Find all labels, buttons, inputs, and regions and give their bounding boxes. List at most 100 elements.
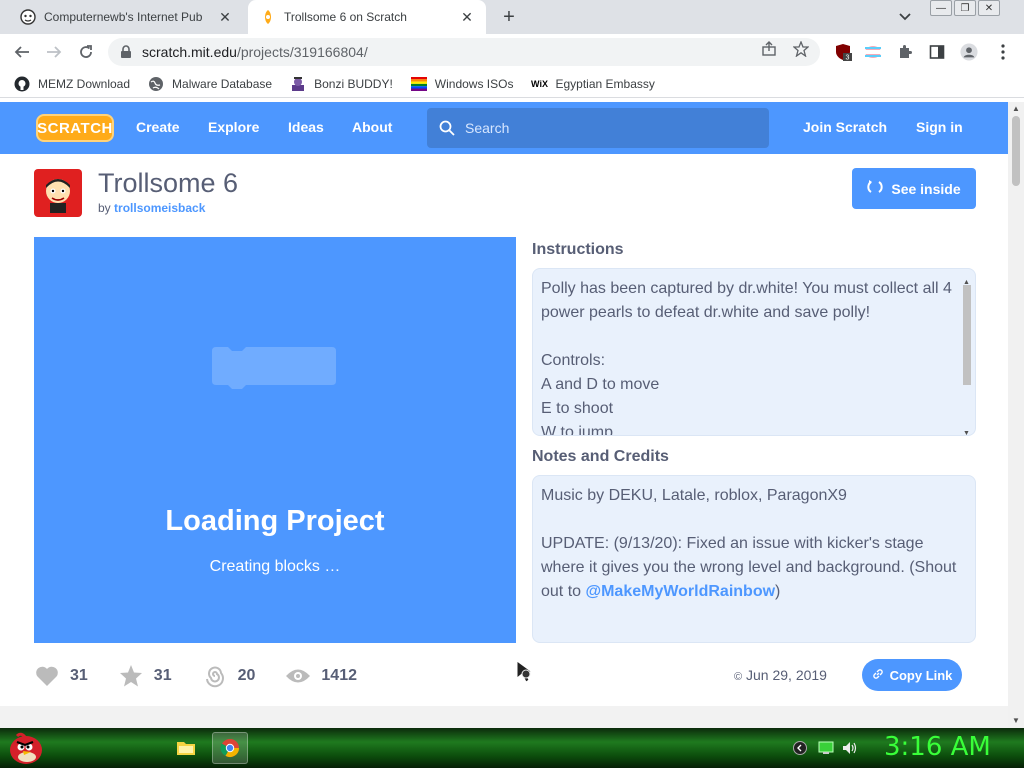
url-host: scratch.mit.edu (142, 44, 237, 60)
new-tab-button[interactable]: + (498, 6, 520, 28)
close-window-button[interactable]: ✕ (978, 0, 1000, 16)
back-icon[interactable] (12, 42, 32, 62)
bookmark-label: MEMZ Download (38, 76, 131, 91)
join-scratch-link[interactable]: Join Scratch (803, 119, 887, 135)
page-viewport: SCRATCH Create Explore Ideas About Join … (0, 102, 1008, 728)
bookmark-label: Malware Database (172, 76, 273, 91)
remix-swirl-icon (202, 663, 228, 689)
bookmark-star-icon[interactable] (792, 40, 810, 58)
loading-subtitle: Creating blocks … (209, 558, 341, 575)
notes-panel: Music by DEKU, Latale, roblox, ParagonX9… (532, 475, 976, 643)
loves-count: 31 (70, 667, 88, 684)
url-path: /projects/319166804/ (236, 44, 368, 60)
file-explorer-icon[interactable] (168, 732, 204, 764)
page-scroll-thumb[interactable] (1012, 116, 1020, 186)
bookmarks-bar: MEMZ Download Malware Database Bonzi BUD… (0, 70, 1024, 98)
mouse-cursor-icon (516, 660, 534, 683)
extensions-puzzle-icon[interactable] (896, 43, 914, 61)
favorites-stat[interactable]: 31 (118, 663, 172, 689)
project-stage[interactable]: Loading Project Creating blocks … (34, 237, 516, 643)
page-scrollbar[interactable]: ▲ ▼ (1008, 102, 1024, 728)
start-button-angry-bird-icon[interactable] (6, 728, 46, 768)
scroll-up-icon[interactable]: ▲ (1012, 104, 1020, 113)
instructions-label: Instructions (532, 241, 624, 258)
nav-create[interactable]: Create (136, 119, 180, 135)
maximize-button[interactable]: ❐ (954, 0, 976, 16)
network-icon[interactable] (818, 740, 834, 756)
sign-in-link[interactable]: Sign in (916, 119, 963, 135)
author-link[interactable]: trollsomeisback (114, 201, 205, 215)
url-text: scratch.mit.edu/projects/319166804/ (142, 44, 368, 60)
scratch-logo[interactable]: SCRATCH (36, 114, 114, 142)
see-inside-button[interactable]: See inside (852, 168, 976, 209)
loves-stat[interactable]: 31 (34, 663, 88, 689)
scroll-down-icon[interactable]: ▼ (1012, 716, 1020, 725)
project-author-avatar[interactable] (34, 169, 82, 217)
tab-title: Trollsome 6 on Scratch (284, 10, 407, 24)
globe-icon (148, 76, 164, 92)
nav-ideas[interactable]: Ideas (288, 119, 324, 135)
extension-badge: 3 (846, 55, 850, 62)
search-icon (439, 120, 455, 136)
close-icon[interactable]: ✕ (216, 8, 234, 26)
instructions-scrollbar[interactable]: ▲ ▼ (961, 271, 973, 435)
copy-link-button[interactable]: Copy Link (862, 659, 962, 691)
bookmark-bonzi[interactable]: Bonzi BUDDY! (290, 76, 393, 92)
copy-link-label: Copy Link (889, 667, 953, 683)
wix-icon: WiX (531, 78, 548, 89)
bookmark-egyptian-embassy[interactable]: WiX Egyptian Embassy (531, 76, 655, 92)
windows-flag-icon (410, 76, 427, 92)
pride-flag-extension-icon[interactable] (864, 43, 882, 61)
copyright-icon: © (734, 671, 743, 683)
section-divider (0, 706, 1008, 728)
nav-explore[interactable]: Explore (208, 119, 259, 135)
forward-icon[interactable] (44, 42, 64, 62)
volume-icon[interactable] (842, 740, 858, 756)
share-icon[interactable] (760, 40, 778, 58)
instructions-panel[interactable]: Polly has been captured by dr.white! You… (532, 268, 976, 436)
scroll-thumb[interactable] (963, 285, 971, 385)
profile-avatar-icon[interactable] (960, 43, 978, 61)
loading-block-icon (212, 347, 336, 389)
views-count: 1412 (321, 667, 357, 684)
remix-arrows-icon (867, 179, 884, 198)
scroll-down-icon[interactable]: ▼ (963, 422, 970, 435)
chrome-taskbar-icon[interactable] (212, 732, 248, 764)
bookmark-label: Egyptian Embassy (555, 76, 655, 91)
project-byline: by trollsomeisback (98, 201, 205, 215)
scratch-cat-icon (260, 9, 276, 25)
bookmark-memz[interactable]: MEMZ Download (14, 76, 130, 92)
bookmark-malware-db[interactable]: Malware Database (148, 76, 272, 92)
taskbar-clock[interactable]: 3:16 AM (884, 732, 991, 762)
tab-search-chevron-icon[interactable] (896, 8, 914, 26)
search-input[interactable] (465, 120, 745, 136)
computernewb-icon (20, 9, 36, 25)
favorites-count: 31 (153, 667, 172, 684)
tab-computernewb[interactable]: Computernewb's Internet Pub Hu ✕ (8, 0, 244, 34)
bookmark-windows-isos[interactable]: Windows ISOs (410, 76, 514, 92)
minimize-button[interactable]: — (930, 0, 952, 16)
notes-label: Notes and Credits (532, 448, 669, 465)
nav-about[interactable]: About (352, 119, 392, 135)
reload-icon[interactable] (76, 42, 96, 62)
side-panel-icon[interactable] (928, 43, 946, 61)
address-bar[interactable]: scratch.mit.edu/projects/319166804/ (108, 38, 820, 66)
tab-strip: Computernewb's Internet Pub Hu ✕ Trollso… (0, 0, 1024, 34)
ublock-extension-icon[interactable]: 3 (834, 43, 852, 61)
browser-toolbar: scratch.mit.edu/projects/319166804/ 3 (0, 34, 1024, 70)
bookmark-label: Bonzi BUDDY! (314, 76, 393, 91)
close-icon[interactable]: ✕ (458, 8, 476, 26)
scratch-search[interactable] (427, 108, 769, 148)
tray-expand-icon[interactable] (792, 740, 808, 756)
scratch-navbar: SCRATCH Create Explore Ideas About Join … (0, 102, 1008, 154)
os-taskbar: 3:16 AM (0, 728, 1024, 768)
tab-trollsome[interactable]: Trollsome 6 on Scratch ✕ (248, 0, 486, 34)
eye-icon (285, 663, 311, 689)
mention-link[interactable]: @MakeMyWorldRainbow (585, 583, 775, 600)
bonzi-icon (290, 76, 306, 92)
remixes-count: 20 (237, 667, 256, 684)
link-icon (872, 668, 884, 683)
bookmark-label: Windows ISOs (434, 76, 514, 91)
lock-icon[interactable] (120, 45, 134, 59)
menu-kebab-icon[interactable] (994, 43, 1012, 61)
